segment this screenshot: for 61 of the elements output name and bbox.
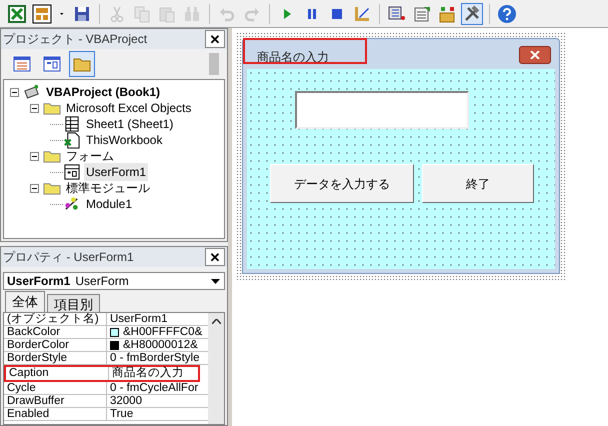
- collapse-box-icon[interactable]: [30, 104, 39, 112]
- property-name: Enabled: [4, 408, 107, 420]
- caret-icon: [211, 278, 220, 284]
- tree-item[interactable]: 標準モジュール: [64, 179, 152, 197]
- form-icon[interactable]: [31, 2, 53, 24]
- property-row[interactable]: Enabled True: [4, 408, 208, 421]
- tree-item[interactable]: フォーム: [64, 147, 116, 165]
- collapse-box-icon[interactable]: [10, 88, 19, 96]
- property-row[interactable]: Caption 商品名の入力: [4, 365, 200, 382]
- panel-title: プロジェクト - VBAProject: [3, 31, 148, 48]
- property-row[interactable]: BackColor &H00FFFFC0&: [4, 326, 208, 339]
- form-icon: [63, 163, 81, 181]
- project-icon: [23, 83, 41, 101]
- property-value: 商品名の入力: [112, 367, 184, 380]
- tree-item[interactable]: Module1: [84, 195, 134, 213]
- property-value: 0 - fmBorderStyle: [110, 352, 200, 364]
- close-button[interactable]: ✕: [205, 30, 225, 48]
- help-icon[interactable]: [496, 2, 518, 24]
- property-value: &H00FFFFC0&: [123, 326, 202, 338]
- collapse-box-icon[interactable]: [30, 184, 39, 192]
- tree-item[interactable]: UserForm1: [84, 163, 148, 181]
- property-value: 0 - fmCycleAllFor: [110, 382, 198, 394]
- property-value: True: [110, 408, 134, 420]
- scrollbar[interactable]: [208, 313, 224, 424]
- form-button[interactable]: データを入力する: [270, 164, 414, 203]
- property-value: 32000: [110, 394, 142, 408]
- tab[interactable]: 全体: [5, 291, 45, 312]
- property-row[interactable]: DrawBuffer 32000: [4, 395, 208, 408]
- property-name: DrawBuffer: [4, 395, 107, 407]
- tree-item[interactable]: Microsoft Excel Objects: [64, 99, 194, 117]
- property-row[interactable]: Cycle 0 - fmCycleAllFor: [4, 382, 208, 395]
- property-name: BorderColor: [4, 339, 107, 351]
- scroll-up-icon[interactable]: [212, 319, 220, 324]
- hammer-wrench-icon[interactable]: [461, 2, 483, 24]
- sheet-icon: [63, 115, 81, 133]
- tree-item[interactable]: VBAProject (Book1): [44, 83, 162, 101]
- close-button[interactable]: [519, 46, 551, 64]
- workbook-icon: [63, 131, 81, 149]
- object-dropdown[interactable]: UserForm1 UserForm: [3, 272, 225, 290]
- form-button[interactable]: 終了: [422, 164, 534, 203]
- property-name: Cycle: [4, 382, 107, 394]
- property-row[interactable]: BorderStyle 0 - fmBorderStyle: [4, 352, 208, 365]
- tree-item[interactable]: Sheet1 (Sheet1): [84, 115, 176, 133]
- object-name: UserForm1: [7, 273, 70, 290]
- panel-title: プロパティ - UserForm1: [3, 249, 134, 266]
- excel-icon[interactable]: [6, 2, 28, 24]
- collapse-box-icon[interactable]: [30, 152, 39, 160]
- object-type: UserForm: [75, 273, 129, 290]
- property-name: BackColor: [4, 326, 107, 338]
- tab[interactable]: 項目別: [47, 294, 100, 312]
- folder-icon[interactable]: [69, 51, 95, 77]
- property-row[interactable]: BorderColor &H80000012&: [4, 339, 208, 352]
- property-name: BorderStyle: [4, 352, 107, 364]
- form-caption: 商品名の入力: [256, 49, 329, 66]
- close-button[interactable]: ✕: [205, 248, 225, 266]
- property-value: &H80000012&: [123, 338, 198, 352]
- tree-item[interactable]: ThisWorkbook: [84, 131, 164, 149]
- input-field[interactable]: [295, 91, 469, 129]
- close-icon: [530, 51, 540, 59]
- property-name: Caption: [6, 367, 109, 380]
- property-value: UserForm1: [110, 313, 168, 326]
